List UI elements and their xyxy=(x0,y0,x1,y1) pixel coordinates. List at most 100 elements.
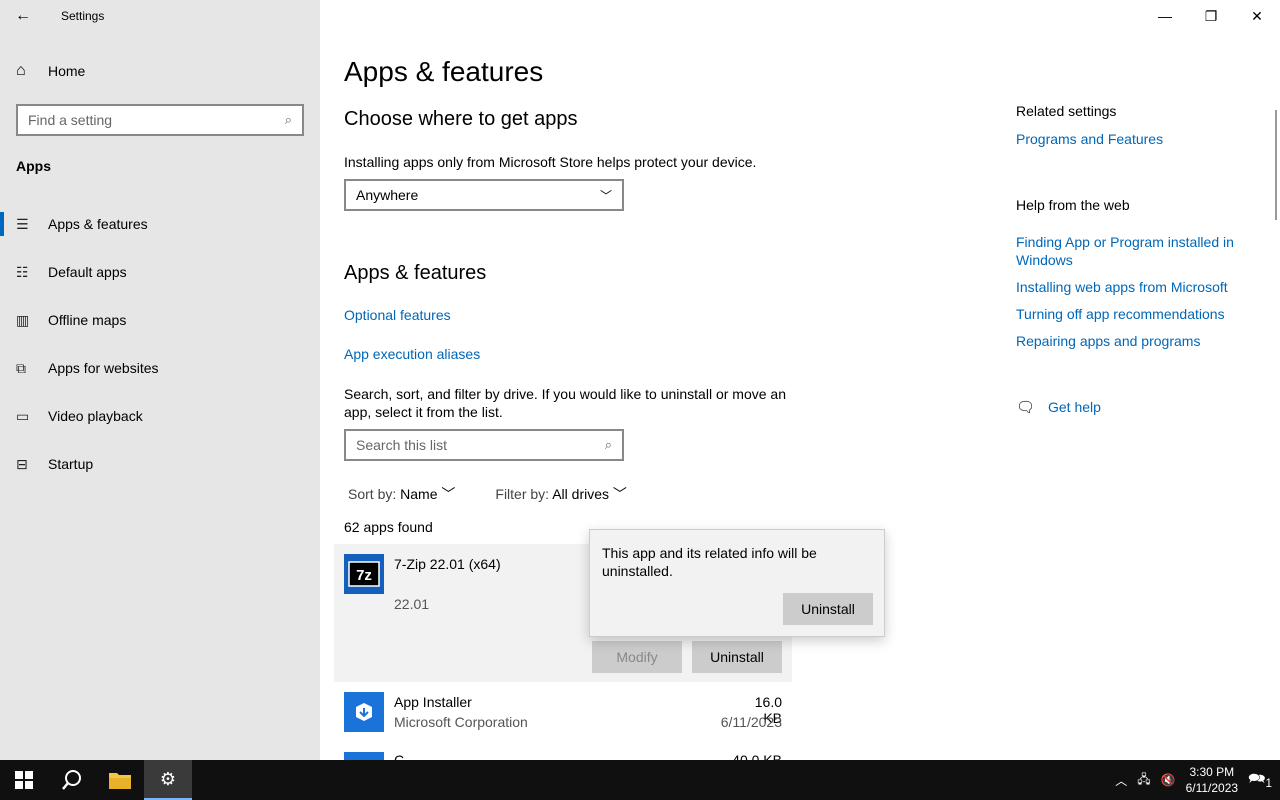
system-tray: ︿ 🖧 🔇 3:30 PM 6/11/2023 🗪1 xyxy=(1115,764,1280,796)
help-link-web-apps[interactable]: Installing web apps from Microsoft xyxy=(1016,278,1256,296)
uninstall-confirm-flyout: This app and its related info will be un… xyxy=(589,529,885,637)
svg-text:7z: 7z xyxy=(356,567,372,584)
optional-features-link[interactable]: Optional features xyxy=(344,307,451,323)
back-button[interactable]: ← xyxy=(0,0,46,32)
page-title: Apps & features xyxy=(344,56,544,87)
chat-help-icon: 🗨 xyxy=(1016,399,1036,416)
chevron-up-icon[interactable]: ︿ xyxy=(1115,772,1127,789)
uninstall-button[interactable]: Uninstall xyxy=(692,641,782,673)
help-link-recommendations[interactable]: Turning off app recommendations xyxy=(1016,305,1256,323)
file-explorer-button[interactable] xyxy=(96,760,144,800)
settings-taskbar-button[interactable]: ⚙ xyxy=(144,760,192,800)
close-icon: ✕ xyxy=(1251,7,1263,24)
sidebar-item-startup[interactable]: ⊟ Startup xyxy=(0,440,320,488)
windows-logo-icon xyxy=(15,771,33,789)
search-description-line1: Search, sort, and filter by drive. If yo… xyxy=(344,386,786,402)
main-content: Apps & features Choose where to get apps… xyxy=(334,0,1004,760)
apps-count: 62 apps found xyxy=(344,519,433,535)
help-link-repairing[interactable]: Repairing apps and programs xyxy=(1016,332,1256,350)
get-help-label: Get help xyxy=(1048,399,1101,415)
notification-icon[interactable]: 🗪1 xyxy=(1248,768,1272,792)
app-source-dropdown[interactable]: Anywhere ﹀ xyxy=(344,179,624,211)
restore-icon: ❐ xyxy=(1204,7,1218,24)
chevron-down-icon: ﹀ xyxy=(441,486,456,502)
list-icon: ☰ xyxy=(16,215,29,232)
app-execution-aliases-link[interactable]: App execution aliases xyxy=(344,346,480,362)
sort-dropdown[interactable]: Sort by: Name ﹀ xyxy=(348,484,455,504)
video-icon: ▭ xyxy=(16,407,30,424)
sidebar-item-apps-for-websites[interactable]: ⧉ Apps for websites xyxy=(0,344,320,392)
home-label: Home xyxy=(48,63,86,79)
filter-dropdown[interactable]: Filter by: All drives ﹀ xyxy=(495,484,627,504)
title-bar: ← Settings xyxy=(0,0,320,32)
sidebar-item-default-apps[interactable]: ☷ Default apps xyxy=(0,248,320,296)
network-icon[interactable]: 🖧 xyxy=(1137,770,1150,791)
volume-muted-icon[interactable]: 🔇 xyxy=(1161,773,1176,787)
sort-label: Sort by: xyxy=(348,486,397,502)
scrollbar[interactable] xyxy=(1275,110,1277,220)
app-name: 7-Zip 22.01 (x64) xyxy=(394,556,501,572)
sidebar-item-label: Apps & features xyxy=(48,216,148,232)
chevron-down-icon: ﹀ xyxy=(612,486,627,502)
chevron-down-icon: ﹀ xyxy=(599,188,612,203)
search-icon: ⌕ xyxy=(604,437,612,452)
app-name: App Installer xyxy=(394,694,472,710)
find-setting-placeholder: Find a setting xyxy=(28,112,113,128)
search-description-line2: app, select it from the list. xyxy=(344,404,503,420)
sidebar-item-label: Apps for websites xyxy=(48,360,159,376)
search-list-input[interactable]: Search this list ⌕ xyxy=(344,429,624,461)
modify-button[interactable]: Modify xyxy=(592,641,682,673)
notification-count: 1 xyxy=(1265,776,1272,790)
help-web-heading: Help from the web xyxy=(1016,197,1130,213)
app-icon xyxy=(344,752,384,760)
window-title: Settings xyxy=(61,9,105,23)
filter-value: All drives xyxy=(552,486,609,502)
sidebar-item-label: Video playback xyxy=(48,408,143,424)
uninstall-confirm-message: This app and its related info will be un… xyxy=(602,545,817,579)
section-label: Apps xyxy=(16,158,51,174)
default-apps-icon: ☷ xyxy=(16,263,29,280)
startup-icon: ⊟ xyxy=(16,455,28,472)
sidebar-item-offline-maps[interactable]: ▥ Offline maps xyxy=(0,296,320,344)
sidebar-home[interactable]: ⌂ Home xyxy=(16,62,85,80)
related-settings-heading: Related settings xyxy=(1016,103,1117,119)
sidebar-item-label: Offline maps xyxy=(48,312,127,328)
restore-button[interactable]: ❐ xyxy=(1188,0,1234,32)
app-installer-icon xyxy=(344,692,384,732)
confirm-uninstall-button[interactable]: Uninstall xyxy=(783,593,873,625)
sidebar-item-label: Default apps xyxy=(48,264,127,280)
sidebar: ← Settings ⌂ Home Find a setting ⌕ Apps … xyxy=(0,0,320,760)
clock-date: 6/11/2023 xyxy=(1185,781,1239,795)
start-button[interactable] xyxy=(0,760,48,800)
gear-icon: ⚙ xyxy=(159,768,177,789)
sidebar-nav: ☰ Apps & features ☷ Default apps ▥ Offli… xyxy=(0,200,320,488)
home-icon: ⌂ xyxy=(16,62,26,79)
search-taskbar-button[interactable] xyxy=(48,760,96,800)
app-date: 6/11/2023 xyxy=(720,714,782,730)
7zip-app-icon: 7z xyxy=(344,554,384,594)
clock-time: 3:30 PM xyxy=(1189,765,1235,779)
sort-filter-bar: Sort by: Name ﹀ Filter by: All drives ﹀ xyxy=(348,484,627,504)
app-size: 40.0 KB xyxy=(732,752,782,760)
programs-features-link[interactable]: Programs and Features xyxy=(1016,130,1256,148)
search-list-placeholder: Search this list xyxy=(356,437,448,453)
app-name: C... xyxy=(394,752,416,760)
get-help-link[interactable]: 🗨 Get help xyxy=(1016,398,1101,416)
minimize-button[interactable]: — xyxy=(1142,0,1188,32)
web-link-icon: ⧉ xyxy=(16,359,26,376)
app-publisher: Microsoft Corporation xyxy=(394,714,528,730)
sidebar-item-video-playback[interactable]: ▭ Video playback xyxy=(0,392,320,440)
window-controls: — ❐ ✕ xyxy=(1142,0,1280,32)
choose-heading: Choose where to get apps xyxy=(344,108,578,130)
clock[interactable]: 3:30 PM 6/11/2023 xyxy=(1186,764,1239,796)
app-version: 22.01 xyxy=(394,596,430,612)
sidebar-item-apps-features[interactable]: ☰ Apps & features xyxy=(0,200,320,248)
find-setting-input[interactable]: Find a setting ⌕ xyxy=(16,104,304,136)
close-button[interactable]: ✕ xyxy=(1234,0,1280,32)
sort-value: Name xyxy=(400,486,438,502)
sidebar-item-label: Startup xyxy=(48,456,94,472)
help-link-finding-app[interactable]: Finding App or Program installed in Wind… xyxy=(1016,233,1256,269)
app-source-value: Anywhere xyxy=(356,187,419,203)
minimize-icon: — xyxy=(1158,8,1172,24)
choose-description: Installing apps only from Microsoft Stor… xyxy=(344,154,757,170)
